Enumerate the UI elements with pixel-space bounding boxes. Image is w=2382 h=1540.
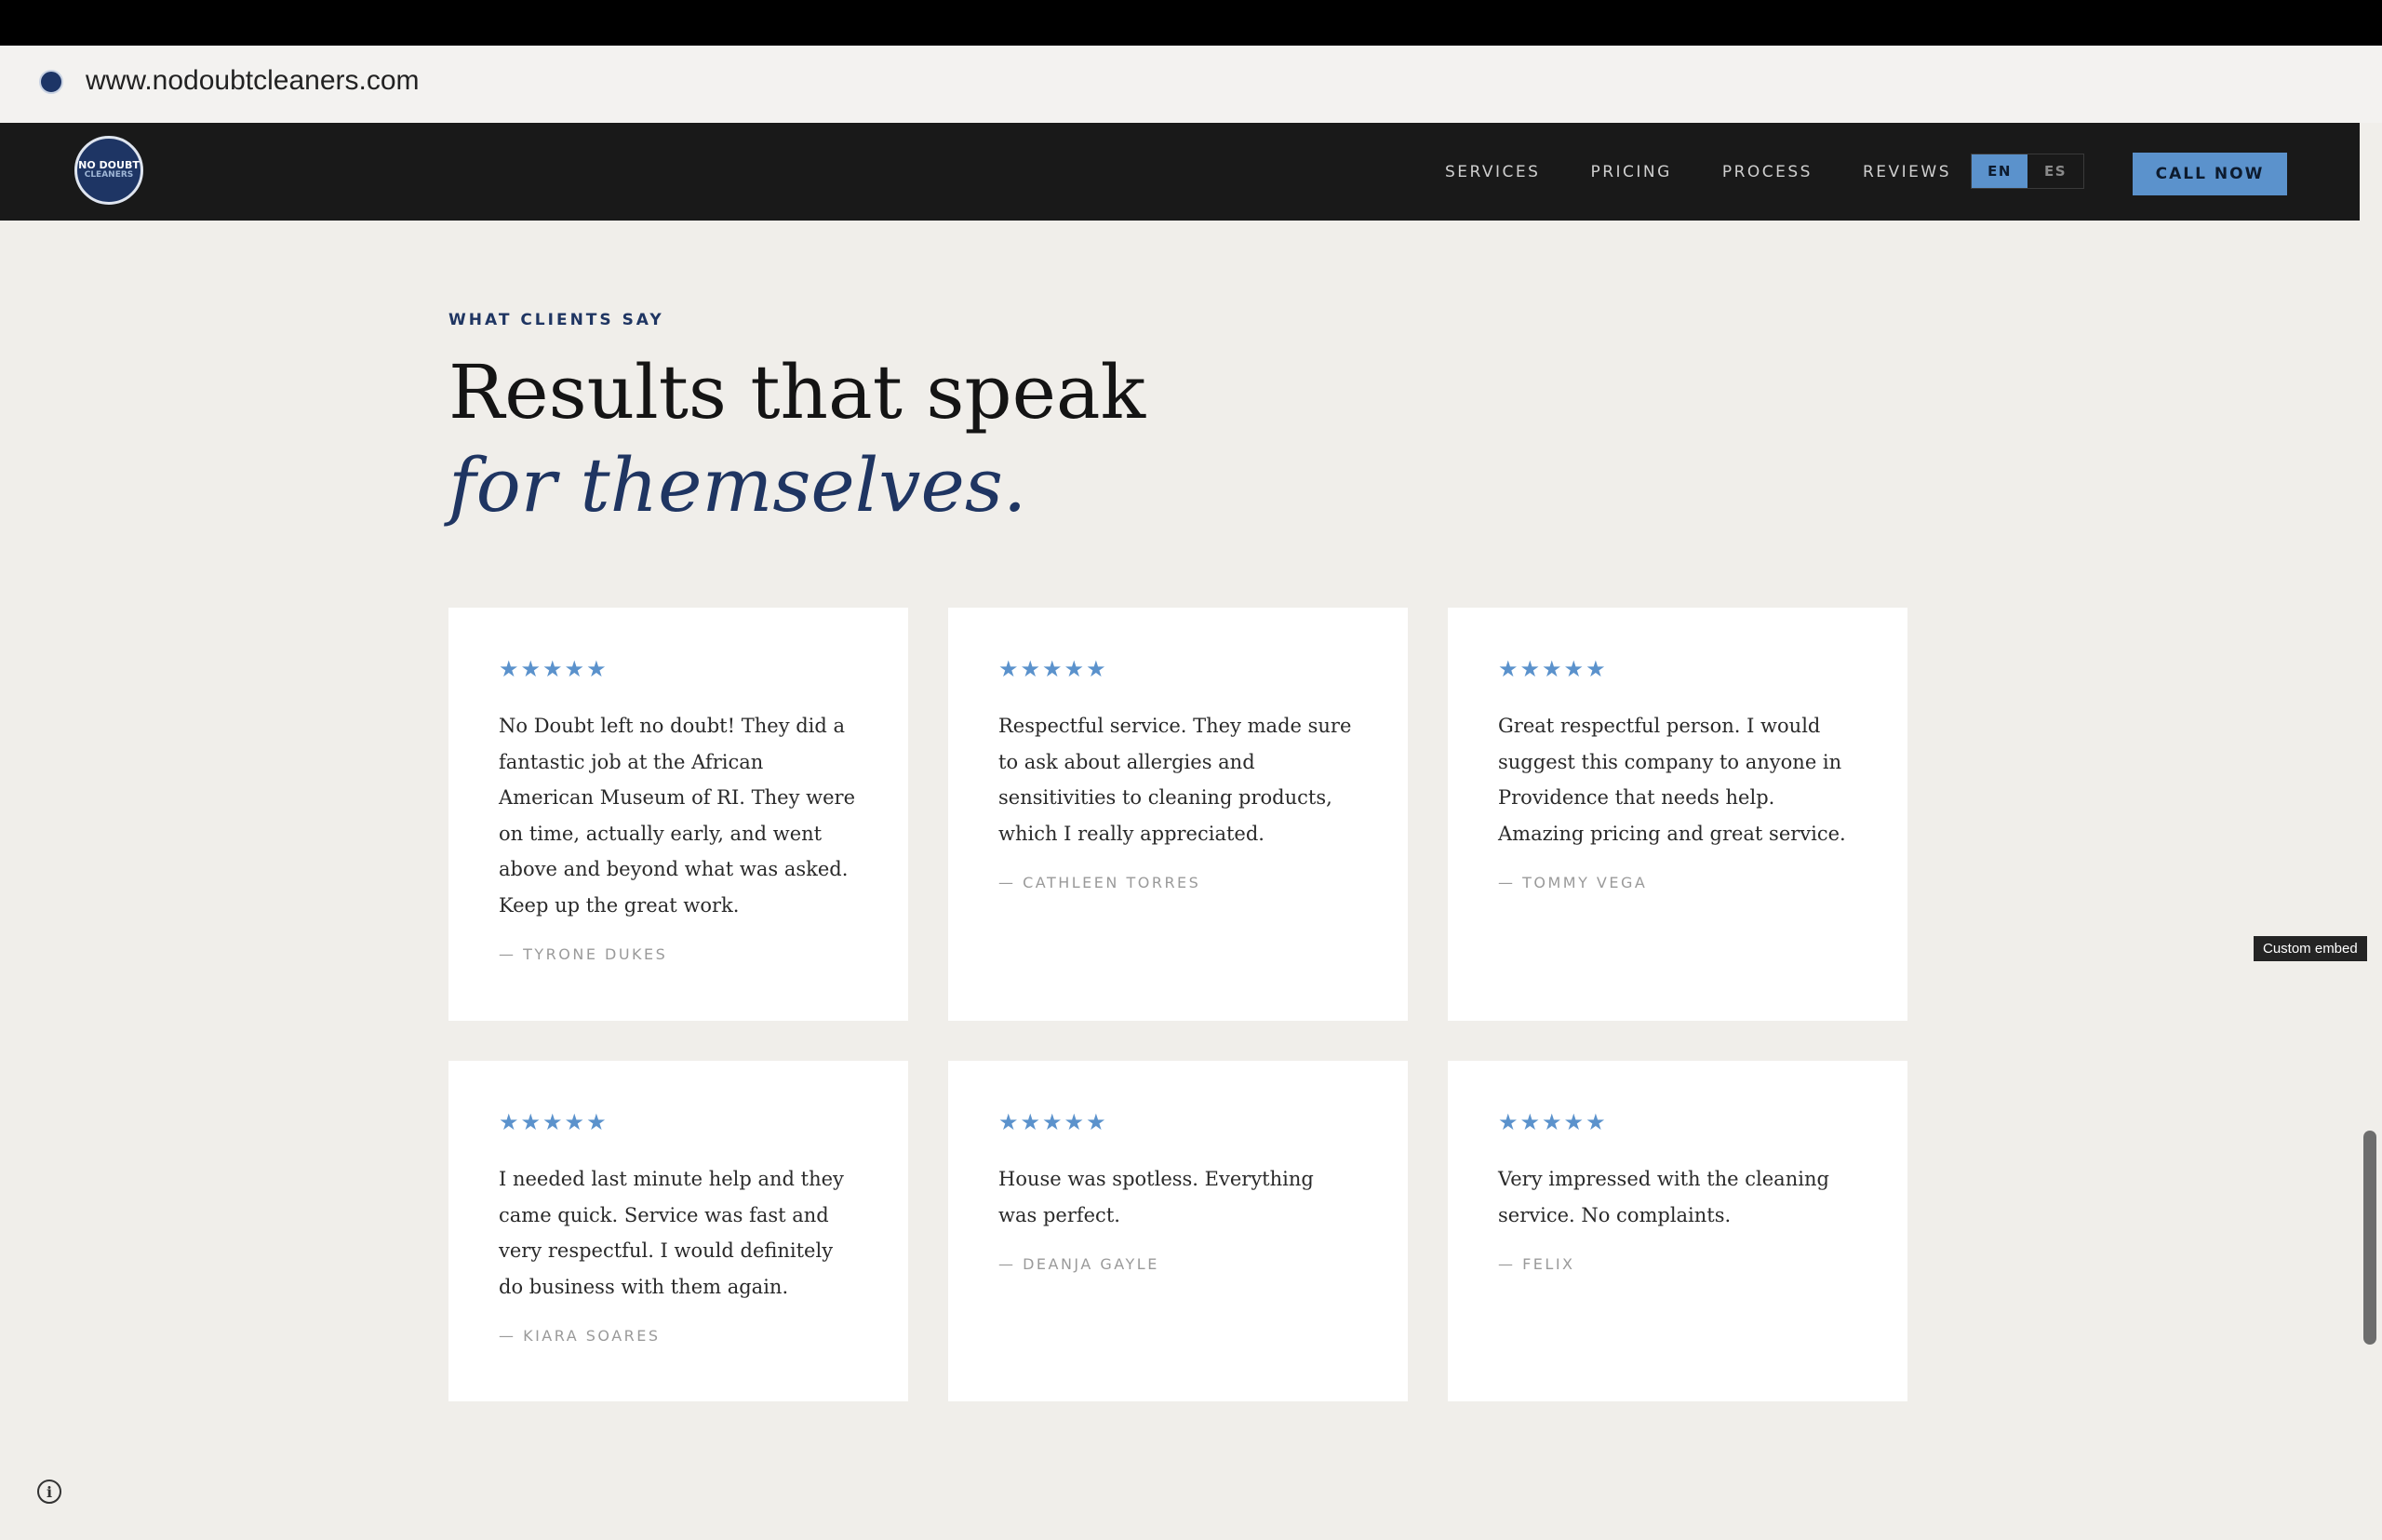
url-text[interactable]: www.nodoubtcleaners.com <box>86 65 420 97</box>
review-text: I needed last minute help and they came … <box>499 1168 844 1298</box>
review-author: — TOMMY VEGA <box>1498 874 1648 891</box>
star-rating-icon: ★★★★★ <box>499 1110 609 1135</box>
review-card: ★★★★★ I needed last minute help and they… <box>448 1061 908 1401</box>
reviews-grid: ★★★★★ No Doubt left no doubt! They did a… <box>448 608 1909 1401</box>
review-author: — KIARA SOARES <box>499 1327 661 1345</box>
review-text: House was spotless. Everything was perfe… <box>998 1168 1314 1226</box>
star-rating-icon: ★★★★★ <box>998 657 1108 682</box>
review-author: — DEANJA GAYLE <box>998 1255 1159 1273</box>
nav-link-reviews[interactable]: REVIEWS <box>1863 163 1951 181</box>
browser-top-bar <box>0 0 2382 46</box>
logo-text-bottom: CLEANERS <box>84 170 134 180</box>
review-card: ★★★★★ Great respectful person. I would s… <box>1448 608 1907 1021</box>
review-author: — CATHLEEN TORRES <box>998 874 1201 891</box>
star-rating-icon: ★★★★★ <box>499 657 609 682</box>
star-rating-icon: ★★★★★ <box>1498 657 1608 682</box>
review-text: Very impressed with the cleaning service… <box>1498 1168 1829 1226</box>
nav-links: SERVICES PRICING PROCESS REVIEWS <box>1445 163 1951 181</box>
nav-link-pricing[interactable]: PRICING <box>1590 163 1671 181</box>
review-text: Respectful service. They made sure to as… <box>998 715 1352 845</box>
review-card: ★★★★★ Very impressed with the cleaning s… <box>1448 1061 1907 1401</box>
site-favicon-icon <box>39 70 63 94</box>
review-author: — FELIX <box>1498 1255 1575 1273</box>
section-eyebrow: WHAT CLIENTS SAY <box>448 311 664 329</box>
logo-text-top: NO DOUBT <box>78 159 140 171</box>
review-text: No Doubt left no doubt! They did a fanta… <box>499 715 856 917</box>
nav-link-services[interactable]: SERVICES <box>1445 163 1540 181</box>
section-heading-italic: for themselves. <box>448 442 1027 529</box>
nav-link-process[interactable]: PROCESS <box>1722 163 1813 181</box>
review-card: ★★★★★ House was spotless. Everything was… <box>948 1061 1408 1401</box>
site-navbar: NO DOUBT CLEANERS SERVICES PRICING PROCE… <box>0 123 2360 221</box>
lang-en-button[interactable]: EN <box>1972 154 2027 188</box>
scrollbar-thumb[interactable] <box>2363 1131 2376 1345</box>
star-rating-icon: ★★★★★ <box>1498 1110 1608 1135</box>
info-icon[interactable]: i <box>37 1480 61 1504</box>
custom-embed-label: Custom embed <box>2254 936 2367 961</box>
lang-es-button[interactable]: ES <box>2027 154 2083 188</box>
review-card: ★★★★★ Respectful service. They made sure… <box>948 608 1408 1021</box>
review-author: — TYRONE DUKES <box>499 945 668 963</box>
star-rating-icon: ★★★★★ <box>998 1110 1108 1135</box>
review-text: Great respectful person. I would suggest… <box>1498 715 1846 845</box>
logo[interactable]: NO DOUBT CLEANERS <box>74 136 143 205</box>
call-now-button[interactable]: CALL NOW <box>2133 153 2287 195</box>
section-heading: Results that speak <box>448 349 1146 435</box>
language-toggle: EN ES <box>1971 154 2084 189</box>
review-card: ★★★★★ No Doubt left no doubt! They did a… <box>448 608 908 1021</box>
